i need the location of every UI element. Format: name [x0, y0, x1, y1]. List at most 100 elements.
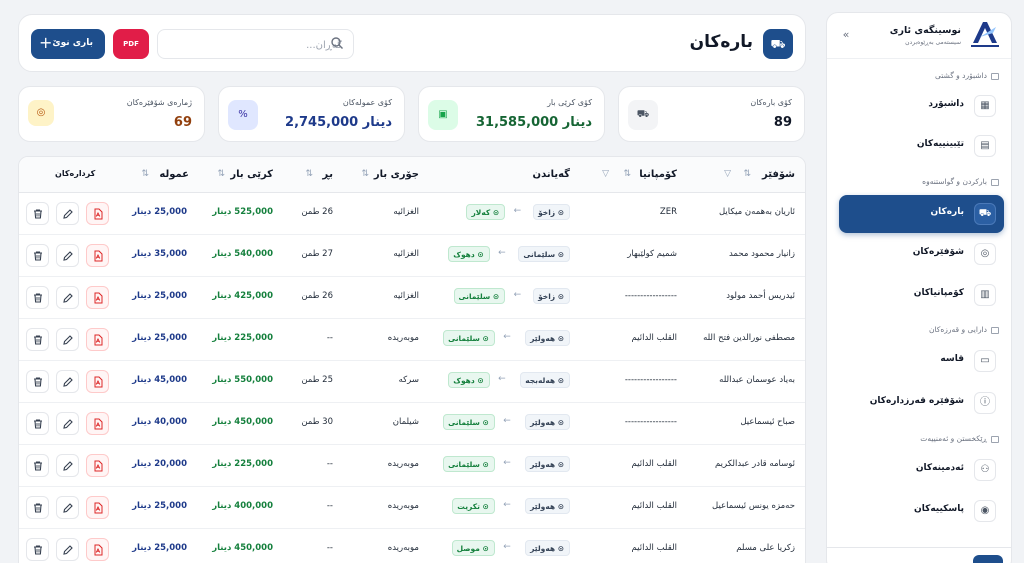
pin-icon: ⊙ — [479, 544, 489, 553]
sort-icon[interactable]: ⇅ — [743, 169, 751, 179]
delete-button[interactable] — [26, 454, 49, 477]
sidebar-header: « نوسینگەی ئاری سیستەمی بەڕێوەبردن — [827, 13, 1011, 59]
sidebar-item-admins[interactable]: ⚇ ئەدمینەکان — [839, 451, 1004, 489]
pin-icon: ⊙ — [555, 208, 564, 217]
stat-card-driver-count: ژمارەی شۆفێرەکان 69 ◎ — [18, 86, 205, 142]
commission-amount: 25,000 دینار — [132, 501, 187, 511]
pdf-button[interactable] — [86, 328, 109, 351]
column-header-cargo[interactable]: جۆری بار — [374, 169, 419, 180]
filter-icon[interactable]: ▽ — [724, 169, 731, 179]
route: ⊙ سلێمانی ← ⊙ دهوک — [430, 246, 570, 264]
delete-button[interactable] — [26, 202, 49, 225]
sort-icon[interactable]: ⇅ — [141, 169, 149, 179]
origin-city: زاخۆ — [538, 292, 556, 301]
table-row[interactable]: ئوسامە قادر عبدالکریم القلب الدائیم ⊙ هەول… — [19, 445, 805, 487]
table-row[interactable]: زانیار محمود محمد شمیم کولێبهار ⊙ سلێمانی ←… — [19, 235, 805, 277]
export-pdf-button[interactable]: PDF — [113, 29, 149, 59]
alert-circle-icon: ⓘ — [974, 392, 996, 414]
loads-table: شۆفێر ⇅ ▽ کۆمپانیا ⇅ ▽ گەیاندن جۆری بار … — [18, 156, 806, 563]
delete-button[interactable] — [26, 538, 49, 561]
sidebar-item-indebted-drivers[interactable]: ⓘ شۆفێرە قەرزدارەکان — [839, 384, 1004, 422]
driver-name: ئیدریس أحمد مولود — [726, 291, 795, 301]
edit-button[interactable] — [56, 202, 79, 225]
cargo-type: الغزائیە — [393, 249, 419, 259]
delete-button[interactable] — [26, 328, 49, 351]
pin-icon: ⊙ — [479, 460, 489, 469]
search-box[interactable] — [157, 29, 354, 59]
pdf-button[interactable] — [86, 496, 109, 519]
stat-label: کۆی بارەکان — [750, 98, 792, 107]
sidebar-item-dashboard[interactable]: ▦ داشبۆرد — [839, 87, 1004, 125]
sidebar-item-loads[interactable]: ⛟ بارەکان — [839, 195, 1004, 233]
arrow-left-icon: ← — [513, 290, 522, 300]
delete-button[interactable] — [26, 244, 49, 267]
sidebar-item-notes[interactable]: ▤ تێبینییەکان — [839, 127, 1004, 165]
commission-amount: 45,000 دینار — [132, 375, 187, 385]
table-row[interactable]: حەمزە یونس ئیسماعیل القلب الدائیم ⊙ هەولێر… — [19, 487, 805, 529]
delete-button[interactable] — [26, 370, 49, 393]
table-row[interactable]: ئاریان بەهمەن میکایل ZER ⊙ زاخۆ ← ⊙ کەلار الغ… — [19, 193, 805, 235]
destination-city: دهوک — [453, 250, 475, 259]
pdf-button[interactable] — [86, 538, 109, 561]
pdf-button[interactable] — [86, 202, 109, 225]
sort-icon[interactable]: ⇅ — [305, 169, 313, 179]
origin-city: هەولێر — [530, 460, 556, 469]
sort-icon[interactable]: ⇅ — [217, 169, 225, 179]
column-header-rent[interactable]: کرێی بار — [230, 169, 273, 180]
pdf-button[interactable] — [86, 412, 109, 435]
search-input[interactable] — [186, 36, 346, 54]
pdf-button[interactable] — [86, 286, 109, 309]
sidebar-item-drivers[interactable]: ◎ شۆفێرەکان — [839, 235, 1004, 273]
company-name: ----------------- — [624, 375, 677, 385]
section-label: داشبۆرد و گشتی — [935, 71, 987, 80]
sort-icon[interactable]: ⇅ — [623, 169, 631, 179]
column-header-driver[interactable]: شۆفێر — [762, 169, 795, 180]
user-profile-button[interactable] — [973, 555, 1003, 563]
column-header-company[interactable]: کۆمپانیا — [639, 169, 677, 180]
pdf-button[interactable] — [86, 244, 109, 267]
pin-icon: ⊙ — [555, 502, 564, 511]
edit-button[interactable] — [56, 370, 79, 393]
rent-amount: 425,000 دینار — [212, 291, 273, 301]
sidebar: « نوسینگەی ئاری سیستەمی بەڕێوەبردن داشبۆ… — [826, 12, 1012, 563]
origin-chip: ⊙ هەلەبجە — [520, 372, 570, 388]
edit-button[interactable] — [56, 454, 79, 477]
truck-icon: ⛟ — [974, 203, 996, 225]
percent-icon: % — [228, 100, 258, 130]
weight: 25 طمن — [301, 375, 333, 385]
table-row[interactable]: بەیاد عوسمان عبدالله ----------------- ⊙ ه… — [19, 361, 805, 403]
add-load-button[interactable]: + باری نوێ — [31, 29, 105, 59]
arrow-left-icon: ← — [513, 206, 522, 216]
table-row[interactable]: ئیدریس أحمد مولود ----------------- ⊙ زاخۆ… — [19, 277, 805, 319]
commission-amount: 40,000 دینار — [132, 417, 187, 427]
sidebar-item-fingerprints[interactable]: ◉ پاسکییەکان — [839, 492, 1004, 530]
edit-button[interactable] — [56, 286, 79, 309]
stat-value: 2,745,000 دینار — [285, 115, 392, 130]
truck-icon: ⛟ — [763, 29, 793, 59]
table-row[interactable]: صباح ئیسماعیل ----------------- ⊙ هەولێر ← ⊙… — [19, 403, 805, 445]
delete-button[interactable] — [26, 412, 49, 435]
table-row[interactable]: مصطفی نورالدین فتح الله القلب الدائیم ⊙ هە… — [19, 319, 805, 361]
delete-button[interactable] — [26, 496, 49, 519]
edit-button[interactable] — [56, 244, 79, 267]
sidebar-item-companies[interactable]: ▥ کۆمپانیاکان — [839, 276, 1004, 314]
column-header-route[interactable]: گەیاندن — [533, 169, 570, 180]
route: ⊙ زاخۆ ← ⊙ سلێمانی — [430, 288, 570, 306]
column-header-weight[interactable]: بڕ — [322, 169, 333, 180]
search-icon — [331, 37, 343, 49]
collapse-sidebar-icon[interactable]: « — [839, 28, 853, 42]
table-row[interactable]: زکریا علی مسلم القلب الدائیم ⊙ هەولێر ← ⊙ مو… — [19, 529, 805, 563]
pdf-button[interactable] — [86, 454, 109, 477]
edit-button[interactable] — [56, 412, 79, 435]
edit-button[interactable] — [56, 328, 79, 351]
sidebar-item-cashbox[interactable]: ▭ قاسە — [839, 342, 1004, 380]
pdf-button[interactable] — [86, 370, 109, 393]
sidebar-item-label: بارەکان — [930, 207, 964, 217]
filter-icon[interactable]: ▽ — [602, 169, 609, 179]
edit-button[interactable] — [56, 496, 79, 519]
stat-value: 31,585,000 دینار — [475, 115, 592, 130]
edit-button[interactable] — [56, 538, 79, 561]
column-header-commission[interactable]: عمولە — [159, 169, 189, 180]
delete-button[interactable] — [26, 286, 49, 309]
sort-icon[interactable]: ⇅ — [361, 169, 369, 179]
